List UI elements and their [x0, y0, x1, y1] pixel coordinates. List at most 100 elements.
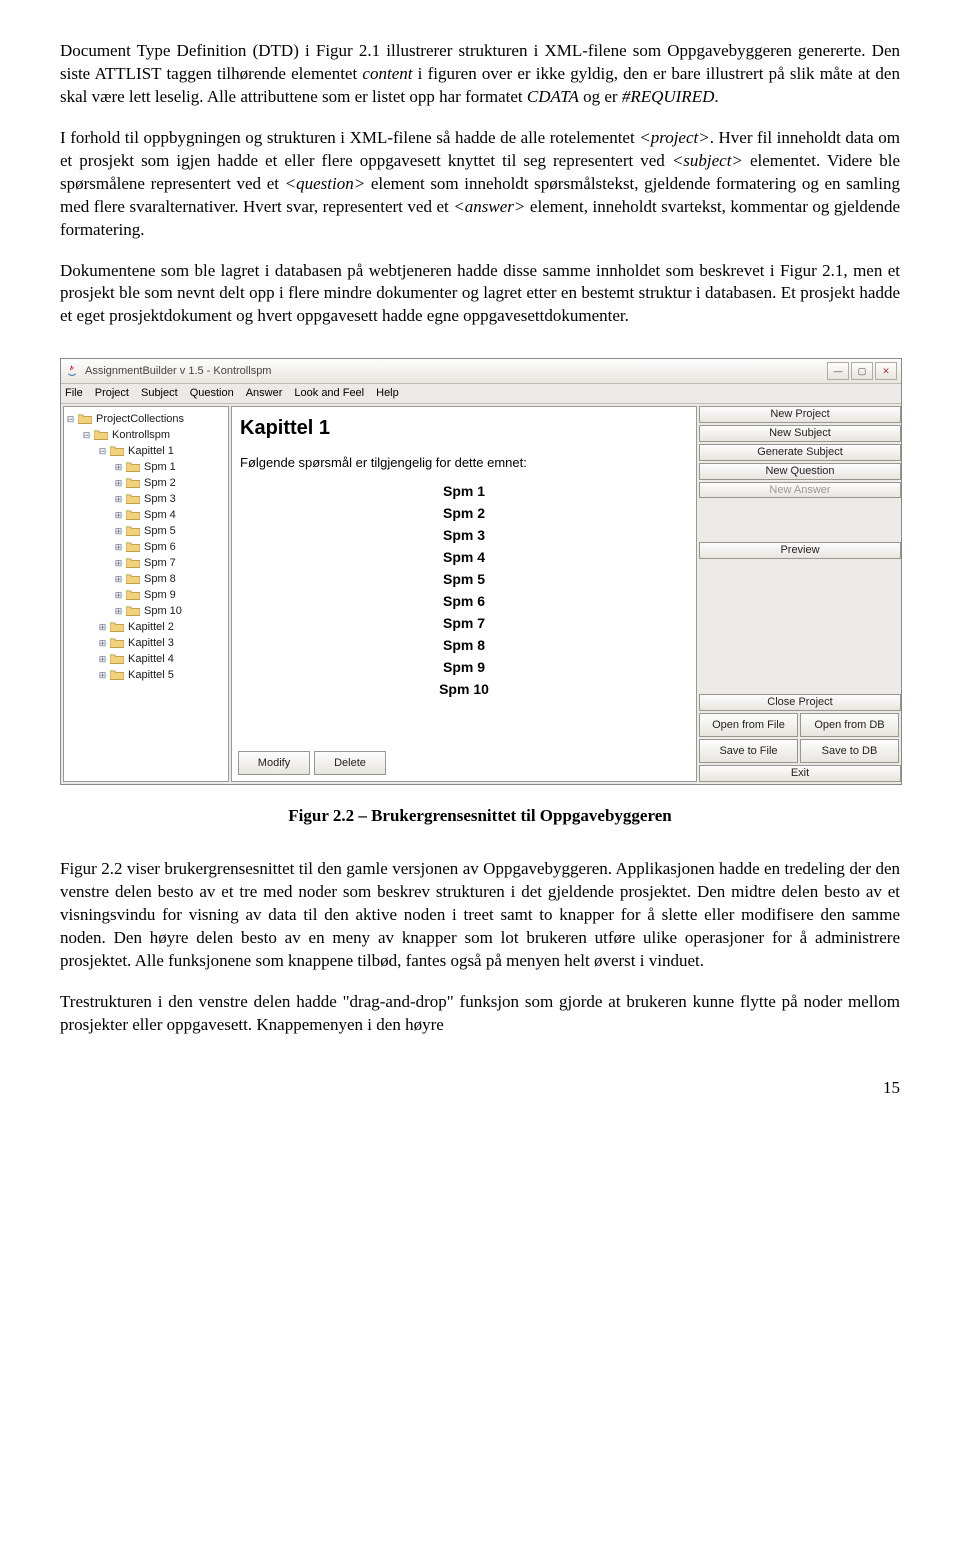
center-spm-item: Spm 9: [240, 656, 688, 678]
close-project-button[interactable]: Close Project: [699, 694, 901, 711]
tree-toggle-icon[interactable]: ⊞: [114, 495, 123, 504]
tree-spm-item[interactable]: ⊞Spm 7: [114, 555, 226, 571]
new-answer-button[interactable]: New Answer: [699, 482, 901, 499]
paragraph-5: Trestrukturen i den venstre delen hadde …: [60, 991, 900, 1037]
tree-toggle-icon[interactable]: ⊞: [98, 639, 107, 648]
tree-project[interactable]: ⊟ Kontrollspm: [82, 427, 226, 443]
new-question-button[interactable]: New Question: [699, 463, 901, 480]
folder-icon: [110, 669, 124, 681]
center-spm-item: Spm 5: [240, 568, 688, 590]
tree-chapter[interactable]: ⊞Kapittel 4: [98, 651, 226, 667]
tree-spm-item[interactable]: ⊞Spm 1: [114, 459, 226, 475]
close-button[interactable]: ✕: [875, 362, 897, 380]
center-subline: Følgende spørsmål er tilgjengelig for de…: [240, 454, 688, 472]
folder-icon: [126, 541, 140, 553]
open-from-file-button[interactable]: Open from File: [699, 713, 798, 737]
tree-spm-item[interactable]: ⊞Spm 5: [114, 523, 226, 539]
tree-chapter[interactable]: ⊟ Kapittel 1: [98, 443, 226, 459]
new-subject-button[interactable]: New Subject: [699, 425, 901, 442]
center-panel: Kapittel 1 Følgende spørsmål er tilgjeng…: [231, 406, 697, 782]
folder-icon: [126, 573, 140, 585]
tree-toggle-icon[interactable]: ⊟: [66, 415, 75, 424]
paragraph-4: Figur 2.2 viser brukergrensesnittet til …: [60, 858, 900, 973]
menu-help[interactable]: Help: [376, 386, 399, 401]
tree-spm-item[interactable]: ⊞Spm 10: [114, 603, 226, 619]
tree-spm-item[interactable]: ⊞Spm 2: [114, 475, 226, 491]
window-title: AssignmentBuilder v 1.5 - Kontrollspm: [85, 364, 827, 379]
delete-button[interactable]: Delete: [314, 751, 386, 775]
tree-toggle-icon[interactable]: ⊞: [114, 559, 123, 568]
paragraph-1: Document Type Definition (DTD) i Figur 2…: [60, 40, 900, 109]
tree-toggle-icon[interactable]: ⊞: [98, 623, 107, 632]
right-panel: New Project New Subject Generate Subject…: [699, 406, 899, 782]
figure-caption: Figur 2.2 – Brukergrensesnittet til Oppg…: [60, 805, 900, 828]
folder-icon: [126, 461, 140, 473]
open-from-db-button[interactable]: Open from DB: [800, 713, 899, 737]
tree-spm-item[interactable]: ⊞Spm 3: [114, 491, 226, 507]
menubar: File Project Subject Question Answer Loo…: [61, 384, 901, 404]
tree-toggle-icon[interactable]: ⊞: [114, 607, 123, 616]
preview-button[interactable]: Preview: [699, 542, 901, 559]
center-spm-item: Spm 7: [240, 612, 688, 634]
menu-question[interactable]: Question: [190, 386, 234, 401]
center-heading: Kapittel 1: [240, 415, 688, 442]
folder-icon: [126, 525, 140, 537]
tree-spm-item[interactable]: ⊞Spm 9: [114, 587, 226, 603]
paragraph-3: Dokumentene som ble lagret i databasen p…: [60, 260, 900, 329]
tree-root[interactable]: ⊟ ProjectCollections: [66, 411, 226, 427]
tree-chapter[interactable]: ⊞Kapittel 5: [98, 667, 226, 683]
new-project-button[interactable]: New Project: [699, 406, 901, 423]
tree-toggle-icon[interactable]: ⊞: [114, 591, 123, 600]
folder-icon: [78, 413, 92, 425]
menu-look-and-feel[interactable]: Look and Feel: [294, 386, 364, 401]
tree-toggle-icon[interactable]: ⊞: [114, 479, 123, 488]
tree-toggle-icon[interactable]: ⊞: [114, 575, 123, 584]
tree-spm-item[interactable]: ⊞Spm 6: [114, 539, 226, 555]
paragraph-2: I forhold til oppbygningen og strukturen…: [60, 127, 900, 242]
folder-icon: [110, 445, 124, 457]
folder-icon: [126, 477, 140, 489]
menu-subject[interactable]: Subject: [141, 386, 178, 401]
tree-toggle-icon[interactable]: ⊞: [114, 511, 123, 520]
window-controls: — ▢ ✕: [827, 362, 897, 380]
center-spm-item: Spm 4: [240, 546, 688, 568]
center-spm-item: Spm 1: [240, 480, 688, 502]
center-spm-item: Spm 10: [240, 678, 688, 700]
menu-answer[interactable]: Answer: [246, 386, 283, 401]
save-to-db-button[interactable]: Save to DB: [800, 739, 899, 763]
tree-toggle-icon[interactable]: ⊞: [98, 655, 107, 664]
menu-project[interactable]: Project: [95, 386, 129, 401]
generate-subject-button[interactable]: Generate Subject: [699, 444, 901, 461]
folder-icon: [126, 509, 140, 521]
save-to-file-button[interactable]: Save to File: [699, 739, 798, 763]
tree-toggle-icon[interactable]: ⊞: [114, 463, 123, 472]
tree-toggle-icon[interactable]: ⊞: [98, 671, 107, 680]
tree-panel[interactable]: ⊟ ProjectCollections ⊟ Kontrollspm ⊟ Kap…: [63, 406, 229, 782]
folder-icon: [126, 605, 140, 617]
maximize-button[interactable]: ▢: [851, 362, 873, 380]
center-spm-item: Spm 2: [240, 502, 688, 524]
tree-toggle-icon[interactable]: ⊟: [82, 431, 91, 440]
exit-button[interactable]: Exit: [699, 765, 901, 782]
folder-icon: [110, 621, 124, 633]
tree-toggle-icon[interactable]: ⊟: [98, 447, 107, 456]
tree-toggle-icon[interactable]: ⊞: [114, 527, 123, 536]
page-number: 15: [60, 1077, 900, 1100]
tree-toggle-icon[interactable]: ⊞: [114, 543, 123, 552]
folder-icon: [94, 429, 108, 441]
folder-icon: [110, 637, 124, 649]
center-spm-list: Spm 1Spm 2Spm 3Spm 4Spm 5Spm 6Spm 7Spm 8…: [240, 480, 688, 700]
minimize-button[interactable]: —: [827, 362, 849, 380]
center-spm-item: Spm 6: [240, 590, 688, 612]
center-spm-item: Spm 3: [240, 524, 688, 546]
tree-spm-item[interactable]: ⊞Spm 8: [114, 571, 226, 587]
menu-file[interactable]: File: [65, 386, 83, 401]
center-spm-item: Spm 8: [240, 634, 688, 656]
tree-chapter[interactable]: ⊞Kapittel 3: [98, 635, 226, 651]
folder-icon: [126, 493, 140, 505]
folder-icon: [126, 557, 140, 569]
modify-button[interactable]: Modify: [238, 751, 310, 775]
app-window: AssignmentBuilder v 1.5 - Kontrollspm — …: [60, 358, 902, 785]
tree-chapter[interactable]: ⊞Kapittel 2: [98, 619, 226, 635]
tree-spm-item[interactable]: ⊞Spm 4: [114, 507, 226, 523]
